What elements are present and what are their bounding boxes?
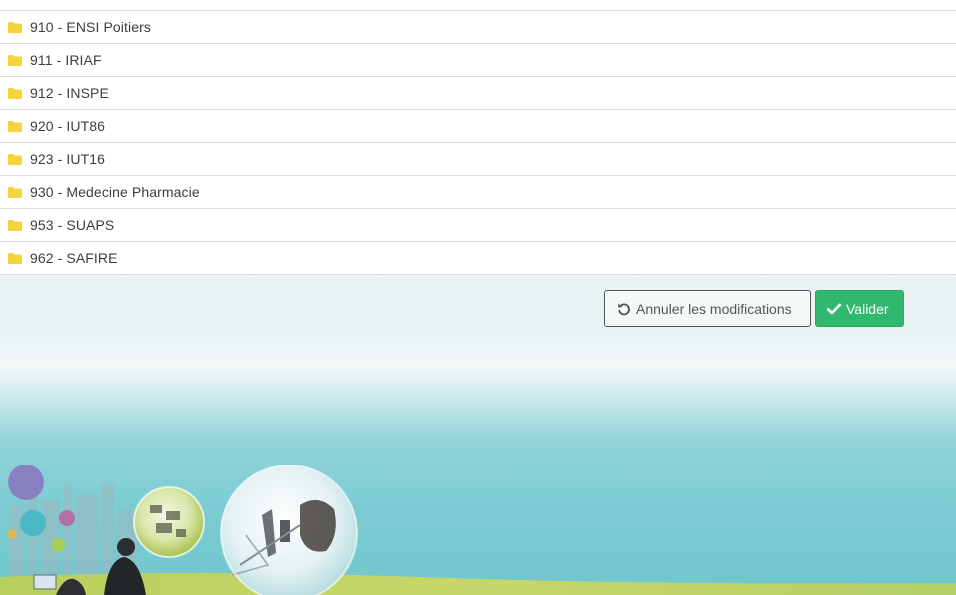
list-item-label: 920 - IUT86 <box>30 118 106 134</box>
folder-icon <box>8 153 22 165</box>
form-actions: Annuler les modifications Valider <box>604 290 904 327</box>
check-icon <box>827 303 841 314</box>
list-item-label: 910 - ENSI Poitiers <box>30 19 151 35</box>
list-item[interactable]: 912 - INSPE <box>0 77 956 110</box>
list-item[interactable]: 953 - SUAPS <box>0 209 956 242</box>
list-item-label: 953 - SUAPS <box>30 217 115 233</box>
cancel-changes-label: Annuler les modifications <box>636 300 792 317</box>
validate-button[interactable]: Valider <box>815 290 904 327</box>
folder-icon <box>8 186 22 198</box>
list-item-label: 911 - IRIAF <box>30 52 102 68</box>
list-item-label: 962 - SAFIRE <box>30 250 118 266</box>
folder-icon <box>8 54 22 66</box>
folder-icon <box>8 21 22 33</box>
cancel-changes-button[interactable]: Annuler les modifications <box>604 290 811 327</box>
list-item-label: 923 - IUT16 <box>30 151 106 167</box>
folder-icon <box>8 87 22 99</box>
list-top-divider <box>0 0 956 11</box>
list-item[interactable]: 910 - ENSI Poitiers <box>0 11 956 44</box>
list-item[interactable]: 962 - SAFIRE <box>0 242 956 274</box>
list-item[interactable]: 920 - IUT86 <box>0 110 956 143</box>
undo-icon <box>618 303 630 315</box>
establishment-list: 910 - ENSI Poitiers 911 - IRIAF 912 - IN… <box>0 0 956 275</box>
folder-icon <box>8 120 22 132</box>
validate-label: Valider <box>846 300 889 317</box>
list-item-label: 930 - Medecine Pharmacie <box>30 184 200 200</box>
list-item[interactable]: 923 - IUT16 <box>0 143 956 176</box>
list-item-label: 912 - INSPE <box>30 85 109 101</box>
folder-icon <box>8 252 22 264</box>
list-item[interactable]: 930 - Medecine Pharmacie <box>0 176 956 209</box>
campus-banner-illustration <box>0 465 956 595</box>
folder-icon <box>8 219 22 231</box>
list-item[interactable]: 911 - IRIAF <box>0 44 956 77</box>
